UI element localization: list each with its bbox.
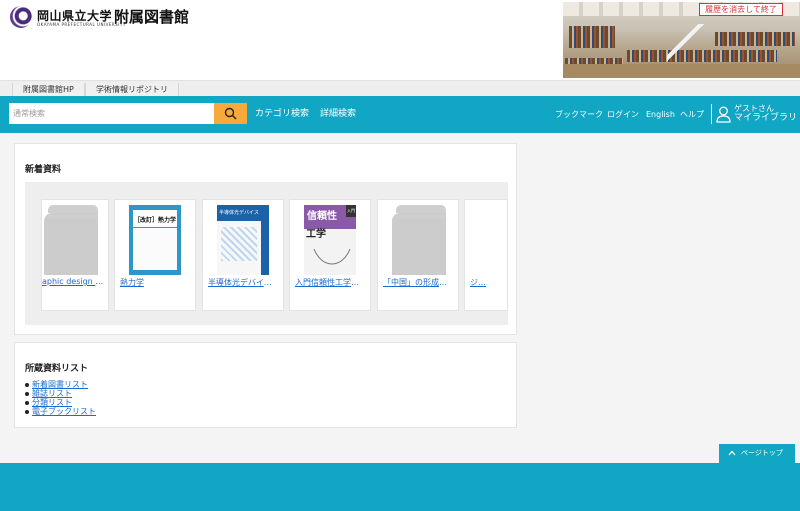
reliability-curve-icon [313, 248, 351, 265]
list-item: 電子ブックリスト [25, 407, 96, 416]
new-arrivals-title: 新着資料 [25, 165, 62, 175]
tab-library-homepage[interactable]: 附属図書館HP [12, 83, 85, 96]
book-title-link[interactable]: aphic design i… [42, 277, 104, 286]
chevron-up-icon [728, 450, 736, 456]
new-arrivals-carousel[interactable]: aphic design i… ［改訂］熱力学 熱力学 半導体光デバイス 半導体… [25, 182, 508, 325]
navigation-bar: カテゴリ検索 詳細検索 ブックマーク ログイン English ヘルプ ゲストさ… [0, 96, 800, 133]
book-card[interactable]: 「中国」の形成：… [377, 199, 459, 311]
search-button[interactable] [214, 103, 247, 124]
thermo-cover-series: ［改訂］ [133, 217, 158, 224]
rel-cover-badge: 入門 [346, 205, 356, 217]
thermo-cover-title: 熱力学 [158, 217, 177, 224]
university-name-en: OKAYAMA PREFECTURAL UNIVERSITY [37, 22, 126, 27]
list-item: 分類リスト [25, 398, 96, 407]
category-search-link[interactable]: カテゴリ検索 [255, 96, 309, 133]
book-cover-semiconductor: 半導体光デバイス [217, 205, 269, 275]
holdings-list-panel: 所蔵資料リスト 新着図書リスト 雑誌リスト 分類リスト 電子ブックリスト [14, 342, 517, 428]
university-logo-icon[interactable] [10, 6, 32, 28]
book-title-link[interactable]: 半導体光デバイス… [208, 277, 279, 288]
classification-list-link[interactable]: 分類リスト [32, 398, 72, 407]
my-library-link[interactable]: マイライブラリ [734, 113, 797, 123]
book-placeholder-icon [392, 205, 446, 275]
book-cover-reliability: 信頼性 工学 入門 [304, 205, 356, 275]
sub-tab-bar: 附属図書館HP 学術情報リポジトリ [0, 80, 800, 96]
new-arrivals-panel: 新着資料 aphic design i… ［改訂］熱力学 熱力学 半導体光デバイ… [14, 143, 517, 335]
advanced-search-link[interactable]: 詳細検索 [320, 96, 356, 133]
library-name[interactable]: 附属図書館 [114, 6, 189, 27]
bookmark-link[interactable]: ブックマーク [555, 96, 603, 133]
search-input[interactable] [9, 103, 214, 124]
help-link[interactable]: ヘルプ [680, 96, 704, 133]
rel-cover-title: 信頼性 [307, 211, 337, 222]
ebooks-list-link[interactable]: 電子ブックリスト [32, 407, 96, 416]
page-top-button[interactable]: ページトップ [719, 444, 795, 463]
page-top-label: ページトップ [741, 449, 783, 457]
site-footer [0, 463, 800, 511]
journals-list-link[interactable]: 雑誌リスト [32, 389, 72, 398]
book-placeholder-icon [44, 205, 98, 275]
tab-repository[interactable]: 学術情報リポジトリ [85, 83, 179, 96]
list-item: 新着図書リスト [25, 380, 96, 389]
user-icon[interactable] [716, 106, 731, 123]
list-item: 雑誌リスト [25, 389, 96, 398]
english-link[interactable]: English [646, 96, 675, 133]
rel-cover-subtitle: 工学 [306, 229, 326, 240]
book-card[interactable]: 半導体光デバイス 半導体光デバイス… [202, 199, 284, 311]
new-books-list-link[interactable]: 新着図書リスト [32, 380, 88, 389]
guest-label: ゲストさん [734, 104, 774, 113]
book-card[interactable]: ［改訂］熱力学 熱力学 [114, 199, 196, 311]
book-card[interactable]: aphic design i… [41, 199, 109, 311]
book-card[interactable]: ジ… [464, 199, 508, 311]
search-icon [224, 107, 237, 120]
book-cover-thermodynamics: ［改訂］熱力学 [129, 205, 181, 275]
book-title-link[interactable]: ジ… [470, 277, 503, 288]
site-header: 岡山県立大学 OKAYAMA PREFECTURAL UNIVERSITY 附属… [0, 0, 800, 80]
login-link[interactable]: ログイン [607, 96, 639, 133]
nav-divider [711, 104, 712, 124]
clear-history-button[interactable]: 履歴を消去して終了 [699, 3, 783, 16]
book-card[interactable]: 信頼性 工学 入門 入門信頼性工学：… [289, 199, 371, 311]
book-title-link[interactable]: 入門信頼性工学：… [295, 277, 366, 288]
holdings-list: 新着図書リスト 雑誌リスト 分類リスト 電子ブックリスト [25, 380, 96, 416]
holdings-list-title: 所蔵資料リスト [25, 364, 89, 374]
book-title-link[interactable]: 熱力学 [120, 277, 191, 288]
book-title-link[interactable]: 「中国」の形成：… [383, 277, 454, 288]
